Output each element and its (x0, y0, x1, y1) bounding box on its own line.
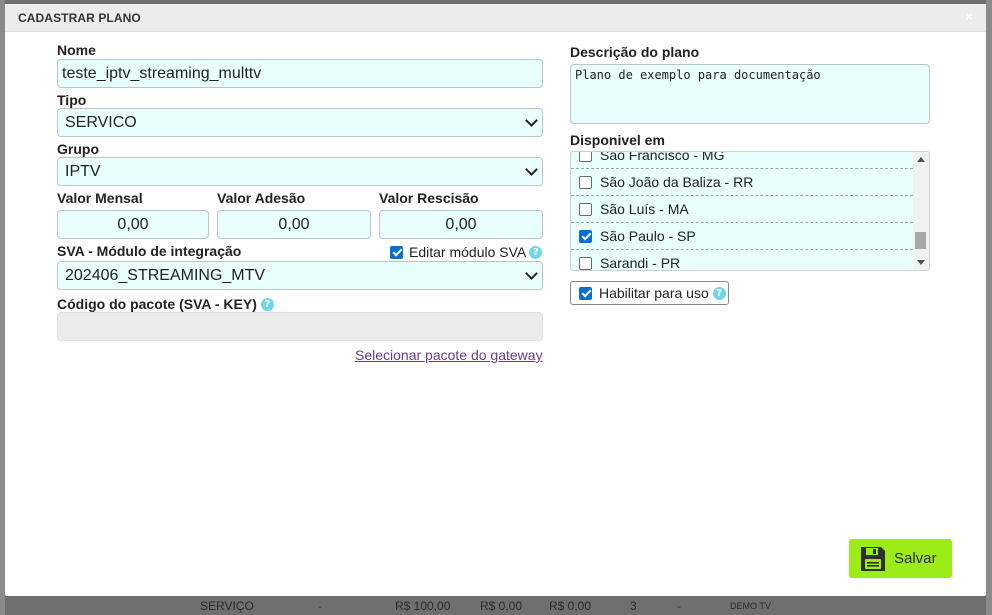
background-table-row: SERVIÇO - R$ 100,00 R$ 0,00 R$ 0,00 3 - … (0, 596, 992, 615)
help-icon[interactable]: ? (260, 297, 274, 311)
descricao-value: Plano de exemplo para documentação (575, 68, 821, 82)
disponivel-list[interactable]: São Francisco - MG São João da Baliza - … (570, 151, 930, 271)
sva-value: 202406_STREAMING_MTV (65, 266, 266, 284)
save-button[interactable]: Salvar (849, 539, 952, 578)
disponivel-label: Disponivel em (570, 132, 665, 148)
sva-select[interactable]: 202406_STREAMING_MTV (57, 261, 543, 290)
location-label: São João da Baliza - RR (600, 174, 754, 190)
save-label: Salvar (894, 550, 937, 567)
bg-cell-adesao: R$ 0,00 (480, 599, 523, 613)
chevron-down-icon (525, 113, 538, 127)
modal-header: CADASTRAR PLANO × (5, 4, 986, 32)
valor-mensal-value: 0,00 (117, 215, 149, 233)
valor-mensal-input[interactable]: 0,00 (57, 210, 209, 239)
bg-cell-mensal: R$ 100,00 (395, 599, 451, 613)
list-item[interactable]: São Paulo - SP (571, 223, 913, 250)
valor-rescisao-label: Valor Rescisão (379, 190, 479, 206)
location-checkbox[interactable] (579, 175, 592, 189)
sva-label: SVA - Módulo de integração (57, 243, 242, 259)
valor-adesao-input[interactable]: 0,00 (217, 210, 371, 239)
location-label: São Francisco - MG (600, 151, 725, 163)
chevron-down-icon (525, 162, 538, 176)
codigo-pacote-label-row: Código do pacote (SVA - KEY) ? (57, 296, 274, 312)
bg-cell-grupo: DEMO TV (730, 601, 771, 611)
nome-value: teste_iptv_streaming_multtv (62, 64, 262, 82)
cadastrar-plano-modal: CADASTRAR PLANO × Nome teste_iptv_stream… (5, 4, 986, 596)
nome-input[interactable]: teste_iptv_streaming_multtv (57, 59, 543, 88)
scroll-down-icon[interactable] (917, 260, 925, 265)
habilitar-checkbox[interactable] (579, 286, 592, 300)
location-checkbox[interactable] (579, 202, 592, 216)
bg-cell-dash: - (318, 599, 322, 613)
editar-sva-checkbox-row[interactable]: Editar módulo SVA ? (390, 244, 543, 260)
background-page-right-edge (986, 0, 992, 615)
valor-rescisao-value: 0,00 (445, 215, 477, 233)
valor-mensal-label: Valor Mensal (57, 190, 143, 206)
list-scrollbar[interactable] (913, 152, 929, 270)
tipo-label: Tipo (57, 92, 87, 108)
scroll-up-icon[interactable] (917, 157, 925, 162)
habilitar-checkbox-row[interactable]: Habilitar para uso ? (570, 281, 729, 305)
location-checkbox[interactable] (579, 229, 592, 243)
habilitar-label: Habilitar para uso (599, 285, 709, 301)
grupo-label: Grupo (57, 141, 99, 157)
bg-cell-count: 3 (630, 599, 637, 613)
floppy-disk-icon (861, 546, 885, 571)
bg-cell-rescisao: R$ 0,00 (549, 599, 592, 613)
grupo-value: IPTV (65, 162, 101, 180)
list-item[interactable]: Sarandi - PR (571, 250, 913, 271)
location-label: Sarandi - PR (600, 255, 681, 271)
codigo-pacote-input (57, 312, 543, 341)
help-icon[interactable]: ? (712, 286, 726, 300)
grupo-select[interactable]: IPTV (57, 157, 543, 186)
location-label: São Luís - MA (600, 201, 689, 217)
scroll-thumb[interactable] (915, 232, 926, 249)
bg-cell-tipo: SERVIÇO (200, 599, 254, 613)
nome-label: Nome (57, 42, 96, 58)
chevron-down-icon (525, 266, 538, 280)
codigo-pacote-label: Código do pacote (SVA - KEY) (57, 296, 257, 312)
list-item[interactable]: São Francisco - MG (571, 151, 913, 169)
valor-adesao-value: 0,00 (278, 215, 310, 233)
help-icon[interactable]: ? (529, 245, 543, 259)
descricao-textarea[interactable]: Plano de exemplo para documentação (570, 64, 930, 124)
bg-cell-dash2: - (677, 599, 681, 613)
tipo-value: SERVICO (65, 113, 137, 131)
tipo-select[interactable]: SERVICO (57, 108, 543, 137)
valor-rescisao-input[interactable]: 0,00 (379, 210, 543, 239)
editar-sva-label: Editar módulo SVA (409, 244, 527, 260)
location-label: São Paulo - SP (600, 228, 696, 244)
close-icon[interactable]: × (962, 10, 976, 24)
selecionar-pacote-link[interactable]: Selecionar pacote do gateway (355, 347, 543, 363)
location-checkbox[interactable] (579, 256, 592, 270)
list-item[interactable]: São João da Baliza - RR (571, 169, 913, 196)
editar-sva-checkbox[interactable] (390, 245, 403, 259)
list-item[interactable]: São Luís - MA (571, 196, 913, 223)
valor-adesao-label: Valor Adesão (217, 190, 306, 206)
descricao-label: Descrição do plano (570, 44, 700, 60)
location-checkbox[interactable] (579, 152, 592, 162)
modal-title: CADASTRAR PLANO (18, 11, 141, 25)
